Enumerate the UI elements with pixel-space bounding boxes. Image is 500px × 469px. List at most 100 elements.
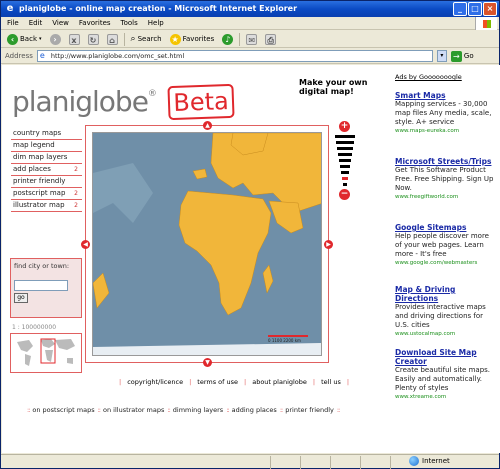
- menu-item-dim-map-layers[interactable]: dim map layers: [11, 152, 82, 164]
- pan-north-button[interactable]: ▲: [203, 121, 212, 130]
- find-city-input[interactable]: [14, 280, 68, 291]
- menu-tools[interactable]: Tools: [121, 19, 138, 27]
- media-icon: ♪: [222, 33, 234, 45]
- search-button[interactable]: ⌕ Search: [129, 32, 164, 46]
- back-button[interactable]: ‹ Back ▾: [5, 32, 44, 46]
- address-dropdown[interactable]: ▾: [436, 50, 447, 62]
- zoom-level-1[interactable]: [335, 135, 355, 138]
- zoom-level-6[interactable]: [340, 165, 350, 168]
- help-illustrator-link[interactable]: on illustrator maps: [103, 406, 164, 414]
- pan-east-button[interactable]: ▶: [324, 240, 333, 249]
- zoom-in-button[interactable]: +: [339, 121, 350, 132]
- stop-icon: x: [68, 33, 80, 45]
- menu-item-postscript-map[interactable]: postscript map 2: [11, 188, 82, 200]
- home-icon: ⌂: [106, 33, 118, 45]
- ad-description: Help people discover more of your web pa…: [395, 232, 489, 258]
- menu-view[interactable]: View: [52, 19, 69, 27]
- menu-item-add-places[interactable]: add places 2: [11, 164, 82, 176]
- menu-item-illustrator-map[interactable]: illustrator map 2: [11, 200, 82, 212]
- help-printer-friendly-link[interactable]: printer friendly: [285, 406, 334, 414]
- window-title: planiglobe - online map creation - Micro…: [19, 4, 298, 13]
- ad-url[interactable]: www.maps-eureka.com: [395, 127, 495, 135]
- about-link[interactable]: about planiglobe: [252, 378, 307, 386]
- security-zone: Internet: [409, 456, 450, 466]
- copyright-link[interactable]: copyright/licence: [127, 378, 183, 386]
- ad-item: Map & Driving Directions Provides intera…: [395, 285, 495, 338]
- zoom-level-7[interactable]: [341, 171, 349, 174]
- ads-heading[interactable]: Ads by Gooooooogle: [395, 73, 462, 81]
- planiglobe-logo[interactable]: planiglobe®: [12, 85, 157, 118]
- search-icon: ⌕: [130, 34, 136, 44]
- zoom-level-2[interactable]: [336, 141, 354, 144]
- browser-window: e planiglobe - online map creation - Mic…: [0, 0, 500, 469]
- ad-title-link[interactable]: Microsoft Streets/Trips: [395, 157, 495, 166]
- ad-item: Microsoft Streets/Trips Get This Softwar…: [395, 157, 495, 201]
- ad-description: Provides interactive maps and driving di…: [395, 303, 486, 329]
- menu-bar: File Edit View Favorites Tools Help: [1, 17, 499, 30]
- beta-badge: Beta: [167, 83, 235, 121]
- menu-file[interactable]: File: [7, 19, 19, 27]
- help-postscript-link[interactable]: on postscript maps: [32, 406, 94, 414]
- zoom-level-current[interactable]: [342, 177, 348, 180]
- print-button[interactable]: ⎙: [263, 32, 278, 46]
- menu-item-country-maps[interactable]: country maps: [11, 128, 82, 140]
- zoom-level-4[interactable]: [338, 153, 352, 156]
- go-button[interactable]: → Go: [450, 50, 474, 62]
- pan-west-button[interactable]: ◀: [81, 240, 90, 249]
- ad-description: Create beautiful site maps. Easily and a…: [395, 366, 491, 392]
- refresh-icon: ↻: [87, 33, 99, 45]
- find-city-label: find city or town:: [14, 262, 70, 270]
- zoom-out-button[interactable]: −: [339, 189, 350, 200]
- help-links: :: on postscript maps :: on illustrator ma…: [27, 406, 340, 414]
- scale-ratio: 1 : 100000000: [12, 324, 57, 331]
- ad-title-link[interactable]: Smart Maps: [395, 91, 495, 100]
- ad-url[interactable]: www.xtreame.com: [395, 393, 495, 401]
- find-go-button[interactable]: go: [14, 293, 28, 303]
- media-button[interactable]: ♪: [220, 32, 235, 46]
- menu-edit[interactable]: Edit: [29, 19, 43, 27]
- ad-url[interactable]: www.freegiftworld.com: [395, 193, 495, 201]
- help-dimming-link[interactable]: dimming layers: [173, 406, 223, 414]
- tell-us-link[interactable]: tell us: [321, 378, 341, 386]
- ad-description: Mapping services - 30,000 map files Any …: [395, 100, 492, 126]
- address-label: Address: [5, 52, 33, 60]
- ad-title-link[interactable]: Download Site Map Creator: [395, 348, 495, 366]
- forward-arrow-icon: ›: [49, 33, 61, 45]
- close-button[interactable]: ×: [483, 2, 497, 16]
- star-icon: ★: [169, 33, 181, 45]
- forward-button[interactable]: ›: [48, 32, 63, 46]
- ad-title-link[interactable]: Google Sitemaps: [395, 223, 495, 232]
- mail-button[interactable]: ✉: [244, 32, 259, 46]
- zoom-level-5[interactable]: [339, 159, 351, 162]
- address-input[interactable]: e http://www.planiglobe.com/omc_set.html: [36, 50, 433, 62]
- ad-url[interactable]: www.ustocalmap.com: [395, 330, 495, 338]
- map-canvas[interactable]: 0 1100 2200 km: [92, 132, 322, 356]
- globe-icon: [409, 456, 419, 466]
- zoom-level-3[interactable]: [337, 147, 353, 150]
- terms-link[interactable]: terms of use: [197, 378, 238, 386]
- map-frame: 0 1100 2200 km ▲ ▼ ◀ ▶: [81, 121, 333, 367]
- back-arrow-icon: ‹: [7, 33, 18, 45]
- menu-help[interactable]: Help: [148, 19, 164, 27]
- menu-item-map-legend[interactable]: map legend: [11, 140, 82, 152]
- chevron-down-icon: ▾: [39, 36, 42, 42]
- status-text: [1, 455, 271, 469]
- ad-item: Smart Maps Mapping services - 30,000 map…: [395, 91, 495, 135]
- menu-favorites[interactable]: Favorites: [79, 19, 111, 27]
- pan-south-button[interactable]: ▼: [203, 358, 212, 367]
- maximize-button[interactable]: □: [468, 2, 482, 16]
- overview-map[interactable]: [10, 333, 82, 373]
- minimize-button[interactable]: _: [453, 2, 467, 16]
- map-scale-bar: 0 1100 2200 km: [268, 338, 301, 343]
- favorites-button[interactable]: ★ Favorites: [168, 32, 217, 46]
- help-adding-places-link[interactable]: adding places: [232, 406, 277, 414]
- refresh-button[interactable]: ↻: [86, 32, 101, 46]
- zoom-level-9[interactable]: [343, 183, 347, 186]
- ad-title-link[interactable]: Map & Driving Directions: [395, 285, 495, 303]
- menu-item-printer-friendly[interactable]: printer friendly: [11, 176, 82, 188]
- ad-item: Google Sitemaps Help people discover mor…: [395, 223, 495, 267]
- home-button[interactable]: ⌂: [105, 32, 120, 46]
- go-arrow-icon: →: [450, 50, 462, 62]
- ad-url[interactable]: www.google.com/webmasters: [395, 259, 495, 267]
- stop-button[interactable]: x: [67, 32, 82, 46]
